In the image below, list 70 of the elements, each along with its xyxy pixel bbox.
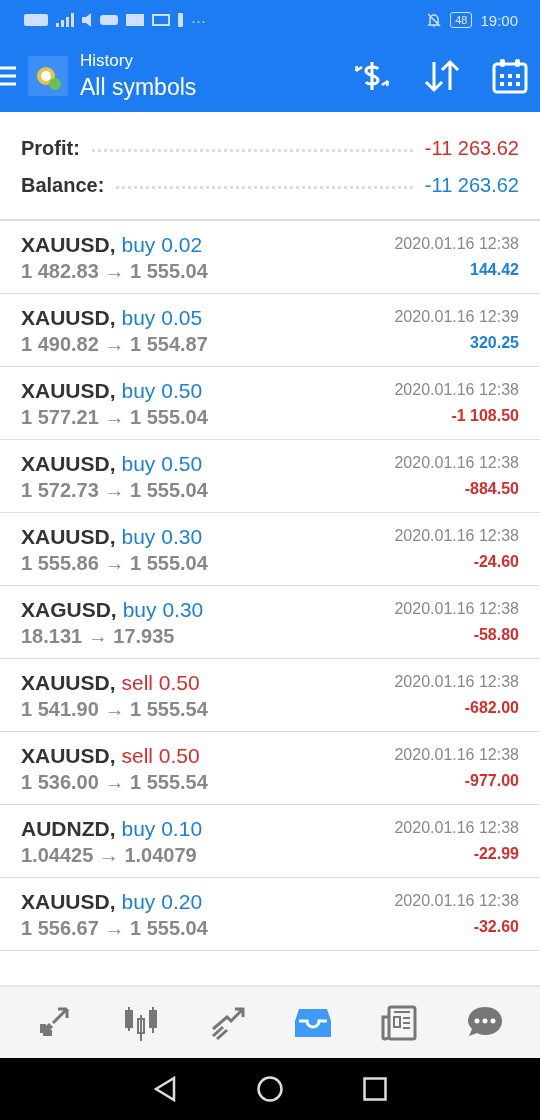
- deal-symbol: XAUUSD,: [21, 450, 116, 477]
- deal-prices: 1 482.83 → 1 555.04: [21, 259, 209, 283]
- deal-symbol: XAGUSD,: [21, 596, 117, 623]
- deal-type: buy 0.20: [121, 888, 203, 915]
- screen-title: History: [80, 50, 134, 72]
- signal-icon: [56, 13, 74, 27]
- deal-type: buy 0.30: [121, 523, 203, 550]
- deal-symbol: AUDNZD,: [21, 815, 116, 842]
- deal-type: sell 0.50: [121, 669, 200, 696]
- battery-indicator: 48: [450, 12, 473, 28]
- deal-time: 2020.01.16 12:38: [394, 818, 519, 838]
- overflow-indicator: ···: [191, 11, 206, 29]
- deal-prices: 1 555.86 → 1 555.04: [21, 551, 209, 575]
- deal-profit: -58.80: [473, 625, 519, 645]
- currency-exchange-icon[interactable]: [352, 59, 392, 93]
- summary-label: Balance:: [21, 174, 105, 197]
- calendar-icon[interactable]: [492, 58, 528, 94]
- deal-time: 2020.01.16 12:38: [394, 599, 519, 619]
- deal-profit: -24.60: [473, 552, 519, 572]
- deal-symbol: XAUUSD,: [21, 231, 116, 258]
- deal-profit: 320.25: [470, 333, 519, 353]
- deal-type: buy 0.30: [122, 596, 204, 623]
- deal-time: 2020.01.16 12:38: [394, 453, 519, 473]
- deal-symbol: XAUUSD,: [21, 669, 116, 696]
- deal-prices: 1.04425 → 1.04079: [21, 843, 198, 867]
- deal-profit: -884.50: [464, 479, 519, 499]
- deal-type: buy 0.50: [121, 377, 203, 404]
- deal-time: 2020.01.16 12:38: [394, 380, 519, 400]
- app-logo-icon: [28, 56, 68, 96]
- deal-symbol: XAUUSD,: [21, 377, 116, 404]
- deal-profit: -22.99: [473, 844, 519, 864]
- deal-prices: 1 572.73 → 1 555.04: [21, 478, 209, 502]
- deal-prices: 1 556.67 → 1 555.04: [21, 916, 209, 940]
- deal-type: buy 0.05: [121, 304, 203, 331]
- sort-icon[interactable]: [422, 59, 462, 93]
- bell-off-icon: [426, 12, 443, 28]
- speaker-icon: [82, 13, 92, 27]
- recents-icon[interactable]: [363, 1077, 387, 1101]
- deal-prices: 18.131 → 17.935: [21, 624, 176, 648]
- deal-profit: -1 108.50: [451, 406, 519, 426]
- deal-time: 2020.01.16 12:39: [394, 307, 519, 327]
- home-icon[interactable]: [257, 1076, 283, 1102]
- summary-value: -11 263.62: [424, 137, 519, 160]
- deal-symbol: XAUUSD,: [21, 888, 116, 915]
- deal-prices: 1 536.00 → 1 555.54: [21, 770, 209, 794]
- deal-prices: 1 577.21 → 1 555.04: [21, 405, 209, 429]
- deal-prices: 1 541.90 → 1 555.54: [21, 697, 209, 721]
- deal-symbol: XAUUSD,: [21, 742, 116, 769]
- deal-prices: 1 490.82 → 1 554.87: [21, 332, 209, 356]
- deal-type: buy 0.50: [121, 450, 203, 477]
- deal-profit: -977.00: [464, 771, 519, 791]
- deal-type: sell 0.50: [121, 742, 200, 769]
- deal-symbol: XAUUSD,: [21, 523, 116, 550]
- menu-icon[interactable]: [0, 65, 16, 87]
- symbol-filter[interactable]: All symbols: [80, 72, 322, 102]
- deal-profit: -32.60: [473, 917, 519, 937]
- deal-type: buy 0.02: [121, 231, 203, 258]
- deal-time: 2020.01.16 12:38: [394, 745, 519, 765]
- deal-type: buy 0.10: [121, 815, 203, 842]
- deal-time: 2020.01.16 12:38: [394, 672, 519, 692]
- deal-profit: -682.00: [464, 698, 519, 718]
- deal-time: 2020.01.16 12:38: [394, 891, 519, 911]
- deal-profit: 144.42: [470, 260, 519, 280]
- summary-label: Profit:: [21, 137, 80, 160]
- deal-symbol: XAUUSD,: [21, 304, 116, 331]
- deal-time: 2020.01.16 12:38: [394, 234, 519, 254]
- clock: 19:00: [480, 11, 518, 29]
- deal-time: 2020.01.16 12:38: [394, 526, 519, 546]
- back-icon[interactable]: [153, 1076, 177, 1102]
- summary-value: -11 263.62: [424, 174, 519, 197]
